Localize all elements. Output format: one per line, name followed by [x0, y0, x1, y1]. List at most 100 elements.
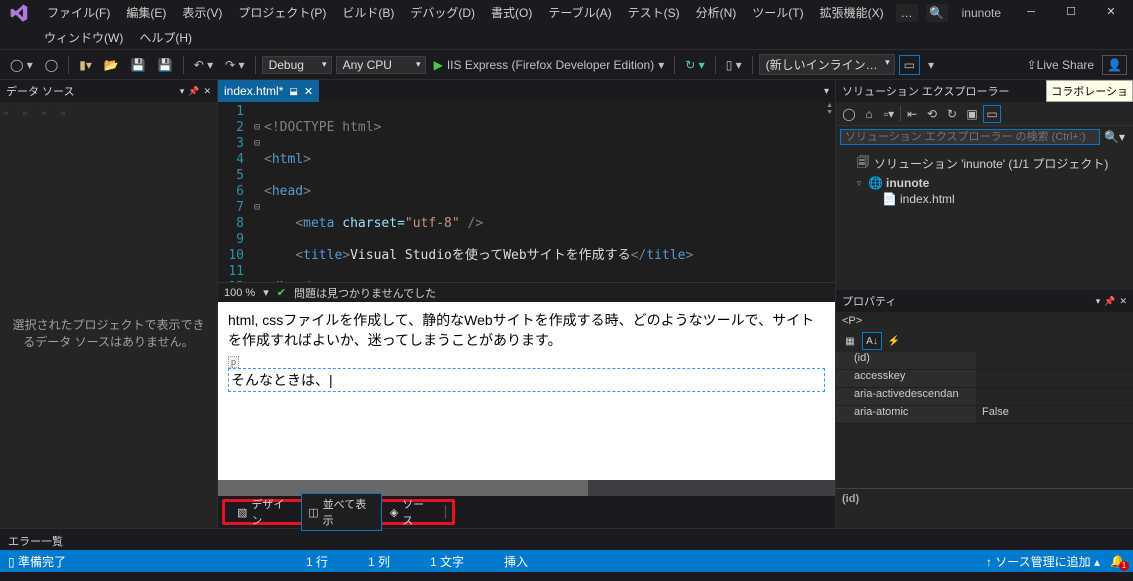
open-icon[interactable]: 📂	[100, 56, 123, 74]
status-line: 1 行	[306, 553, 328, 570]
refresh-icon[interactable]: ↻	[943, 105, 961, 123]
tab-close-icon[interactable]: ✕	[304, 85, 313, 98]
design-icon: ▧	[237, 506, 247, 519]
status-ready: ▯ 準備完了	[8, 553, 66, 570]
dropdown-icon[interactable]: ▾	[1096, 296, 1101, 307]
tab-source[interactable]: ◈ソース	[384, 494, 439, 530]
screen-icon[interactable]: ▭	[899, 55, 920, 75]
menu-format[interactable]: 書式(O)	[483, 2, 540, 23]
solution-explorer-title: ソリューション エクスプローラー	[842, 83, 1010, 99]
minimize-icon[interactable]: ─	[1011, 0, 1051, 25]
solution-search-input[interactable]	[840, 129, 1100, 145]
status-char: 1 文字	[430, 553, 464, 570]
split-up-icon[interactable]: ▲	[826, 102, 833, 109]
globe-icon: 🌐	[868, 176, 882, 190]
error-list-title[interactable]: エラー一覧	[0, 528, 1133, 550]
html-file-icon: 📄	[882, 192, 896, 206]
nav-back-icon[interactable]: ◯ ▾	[6, 56, 37, 74]
menu-analyze[interactable]: 分析(N)	[688, 2, 745, 23]
list-icon: ▫	[61, 106, 77, 122]
menu-tools[interactable]: ツール(T)	[744, 2, 811, 23]
refresh-icon[interactable]: ↻ ▾	[681, 56, 708, 74]
feedback-icon[interactable]: 👤	[1102, 55, 1127, 75]
inline-dropdown[interactable]: (新しいインライン…	[759, 54, 895, 75]
data-sources-title: データ ソース	[6, 83, 75, 99]
tab-dropdown-icon[interactable]: ▾	[824, 86, 835, 97]
save-icon[interactable]: 💾	[127, 56, 150, 74]
property-grid[interactable]: (id) accesskey aria-activedescendan aria…	[836, 352, 1133, 488]
zoom-level[interactable]: 100 %	[224, 287, 255, 299]
play-icon: ▶	[434, 58, 443, 72]
solution-icon: 🗐	[856, 153, 870, 174]
pin-icon[interactable]: ⬓	[289, 86, 298, 97]
solution-title: inunote	[952, 6, 1011, 20]
redo-icon[interactable]: ↷ ▾	[221, 56, 248, 74]
issues-label: 問題は見つかりませんでした	[294, 285, 436, 301]
menu-build[interactable]: ビルド(B)	[334, 2, 402, 23]
design-view[interactable]: html, cssファイルを作成して、静的なWebサイトを作成する時、どのような…	[218, 302, 835, 480]
home-icon[interactable]: ⌂	[860, 105, 878, 123]
pointer-icon[interactable]: ▯ ▾	[722, 56, 746, 74]
source-icon: ◈	[390, 506, 398, 519]
categorized-icon[interactable]: ▦	[840, 332, 860, 350]
undo-icon[interactable]: ↶ ▾	[190, 56, 217, 74]
menu-window[interactable]: ウィンドウ(W)	[36, 27, 131, 48]
status-ins: 挿入	[504, 553, 528, 570]
menu-project[interactable]: プロジェクト(P)	[230, 2, 334, 23]
run-button[interactable]: ▶IIS Express (Firefox Developer Edition)…	[430, 56, 669, 74]
collapse-icon[interactable]: ⇤	[903, 105, 921, 123]
notification-icon[interactable]: 🔔	[1110, 554, 1125, 568]
close-icon[interactable]: ✕	[203, 86, 211, 97]
menu-edit[interactable]: 編集(E)	[118, 2, 174, 23]
menu-extensions[interactable]: 拡張機能(X)	[812, 2, 892, 23]
dropdown-icon[interactable]: ▾	[180, 86, 185, 97]
split-down-icon[interactable]: ▼	[826, 109, 833, 116]
nav-fwd-icon[interactable]: ◯	[41, 56, 62, 74]
tooltip-collaboration: コラボレーショ	[1046, 80, 1133, 102]
search-icon[interactable]: 🔍▾	[1100, 130, 1129, 144]
title-ellipsis[interactable]: …	[896, 4, 918, 22]
menu-file[interactable]: ファイル(F)	[39, 2, 118, 23]
pin-icon[interactable]: 📌	[188, 86, 199, 97]
search-icon[interactable]: 🔍	[926, 4, 948, 22]
pin-icon[interactable]: 📌	[1104, 296, 1115, 307]
properties-element[interactable]: <P>	[836, 312, 1133, 330]
save-all-icon[interactable]: 💾	[154, 56, 177, 74]
design-paragraph-2[interactable]: そんなときは、|	[228, 368, 825, 392]
tab-design[interactable]: ▧デザイン	[231, 494, 299, 530]
close-icon[interactable]: ✕	[1091, 0, 1131, 25]
properties-title: プロパティ	[842, 293, 896, 309]
tab-split[interactable]: ◫並べて表示	[301, 493, 381, 531]
close-icon[interactable]: ✕	[1119, 296, 1127, 307]
events-icon[interactable]: ⚡	[884, 332, 904, 350]
fold-gutter[interactable]: ⊟⊟⊟	[250, 102, 264, 282]
check-icon: ✔	[277, 286, 286, 299]
home-icon[interactable]: ◯	[840, 105, 858, 123]
config-dropdown[interactable]: Debug	[262, 56, 332, 74]
view-mode-tabs: ▧デザイン ◫並べて表示 ◈ソース	[222, 499, 455, 525]
preview-icon[interactable]: ▭	[983, 105, 1001, 123]
show-all-icon[interactable]: ▣	[963, 105, 981, 123]
line-number-gutter: 123 456 789 101112	[218, 102, 250, 282]
status-col: 1 列	[368, 553, 390, 570]
menu-help[interactable]: ヘルプ(H)	[131, 27, 200, 48]
menu-view[interactable]: 表示(V)	[174, 2, 230, 23]
live-share-button[interactable]: ⇪ Live Share	[1023, 56, 1098, 74]
menu-test[interactable]: テスト(S)	[620, 2, 688, 23]
sync-icon[interactable]: ⟲	[923, 105, 941, 123]
new-item-icon[interactable]: ▮▾	[75, 56, 96, 74]
menu-debug[interactable]: デバッグ(D)	[402, 2, 483, 23]
status-scm[interactable]: ↑ ソース管理に追加 ▴	[986, 553, 1100, 570]
platform-dropdown[interactable]: Any CPU	[336, 56, 426, 74]
vs-logo-icon	[8, 2, 29, 24]
solution-tree[interactable]: 🗐ソリューション 'inunote' (1/1 プロジェクト) ▿🌐inunot…	[836, 148, 1133, 290]
dropdown-icon[interactable]: ▾	[924, 56, 938, 74]
scope-icon[interactable]: ▫▾	[880, 105, 898, 123]
menu-table[interactable]: テーブル(A)	[540, 2, 619, 23]
file-tab-index[interactable]: index.html* ⬓ ✕	[218, 80, 319, 102]
maximize-icon[interactable]: ☐	[1051, 0, 1091, 25]
db-icon: ▫	[23, 106, 39, 122]
alphabetical-icon[interactable]: A↓	[862, 332, 882, 350]
code-editor[interactable]: <!DOCTYPE html> <html> <head> <meta char…	[264, 102, 835, 282]
design-paragraph-1[interactable]: html, cssファイルを作成して、静的なWebサイトを作成する時、どのような…	[228, 310, 825, 350]
